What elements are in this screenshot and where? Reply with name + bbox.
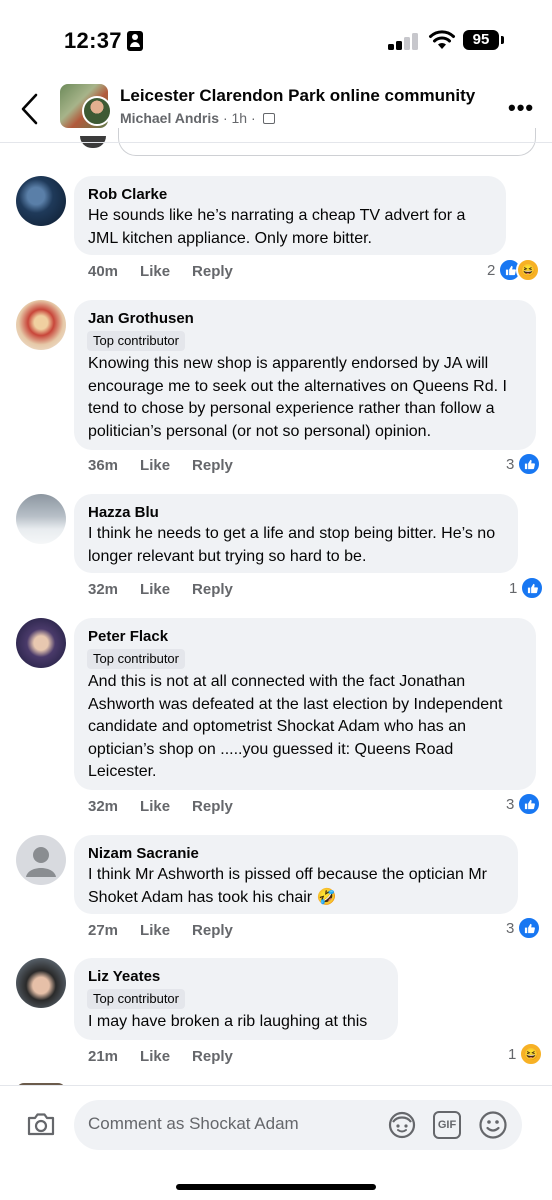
- comment-time: 32m: [88, 581, 119, 598]
- like-button[interactable]: Like: [140, 798, 170, 815]
- gif-icon[interactable]: GIF: [433, 1111, 461, 1139]
- more-options-icon[interactable]: •••: [508, 97, 534, 119]
- reaction-count: 3: [506, 919, 515, 937]
- reply-button[interactable]: Reply: [192, 798, 233, 815]
- avatar-sticker-icon[interactable]: [387, 1110, 417, 1140]
- comment-text: Knowing this new shop is apparently endo…: [88, 355, 507, 440]
- comment-text: I may have broken a rib laughing at this: [88, 1013, 368, 1030]
- reaction-summary[interactable]: 3: [506, 452, 542, 476]
- comment-bubble: Rob Clarke He sounds like he’s narrating…: [74, 176, 506, 255]
- header-divider: [0, 142, 552, 143]
- commenter-name[interactable]: Nizam Sacranie: [88, 844, 504, 864]
- reaction-count: 2: [487, 261, 496, 279]
- reaction-count: 3: [506, 795, 515, 813]
- post-subline: Michael Andris · 1h ·: [120, 110, 275, 126]
- comment-bubble: Peter Flack Top contributor And this is …: [74, 618, 536, 790]
- commenter-avatar[interactable]: [16, 618, 66, 668]
- like-button[interactable]: Like: [140, 1048, 170, 1065]
- comment-actions: 32m Like Reply: [88, 581, 255, 598]
- post-age: 1h: [231, 110, 248, 126]
- comment-text: And this is not at all connected with th…: [88, 673, 503, 780]
- comment-time: 21m: [88, 1048, 119, 1065]
- top-contributor-badge: Top contributor: [87, 989, 185, 1009]
- author-avatar[interactable]: [82, 96, 112, 126]
- commenter-name[interactable]: Rob Clarke: [88, 185, 492, 205]
- reaction-summary[interactable]: 2 😆: [487, 258, 541, 282]
- reply-button[interactable]: Reply: [192, 263, 233, 280]
- comment-bubble: Nizam Sacranie I think Mr Ashworth is pi…: [74, 835, 518, 914]
- top-contributor-badge: Top contributor: [87, 331, 185, 351]
- comment-actions: 36m Like Reply: [88, 457, 255, 474]
- reaction-summary[interactable]: 3: [506, 792, 542, 816]
- reaction-summary[interactable]: 1 😆: [508, 1042, 544, 1066]
- emoji-icon[interactable]: [478, 1110, 508, 1140]
- like-button[interactable]: Like: [140, 457, 170, 474]
- focus-person-icon: [127, 31, 143, 51]
- reply-button[interactable]: Reply: [192, 1048, 233, 1065]
- default-person-icon: [26, 847, 56, 877]
- reaction-count: 3: [506, 455, 515, 473]
- like-button[interactable]: Like: [140, 263, 170, 280]
- commenter-name[interactable]: Jan Grothusen: [88, 309, 522, 329]
- comment-time: 40m: [88, 263, 119, 280]
- comment-bubble: Jan Grothusen Top contributor Knowing th…: [74, 300, 536, 450]
- like-icon: [520, 576, 545, 600]
- comment-bubble: Hazza Blu I think he needs to get a life…: [74, 494, 518, 573]
- composer-divider: [0, 1085, 552, 1086]
- comment-actions: 40m Like Reply: [88, 263, 255, 280]
- wifi-icon: [429, 30, 455, 49]
- comment-actions: 32m Like Reply: [88, 798, 255, 815]
- comment-time: 32m: [88, 798, 119, 815]
- reaction-count: 1: [509, 579, 518, 597]
- like-button[interactable]: Like: [140, 581, 170, 598]
- reaction-summary[interactable]: 1: [509, 576, 545, 600]
- group-name[interactable]: Leicester Clarendon Park online communit…: [120, 86, 475, 106]
- status-bar: 12:37 95: [0, 0, 552, 80]
- comment-time: 36m: [88, 457, 119, 474]
- comment-text: He sounds like he’s narrating a cheap TV…: [88, 207, 466, 247]
- reply-button[interactable]: Reply: [192, 457, 233, 474]
- haha-icon: 😆: [519, 1042, 544, 1066]
- commenter-avatar[interactable]: [16, 300, 66, 350]
- reaction-summary[interactable]: 3: [506, 916, 542, 940]
- like-icon: [517, 452, 542, 476]
- commenter-name[interactable]: Hazza Blu: [88, 503, 504, 523]
- separator-dot: ·: [219, 110, 232, 126]
- battery-tip: [501, 36, 504, 44]
- haha-icon: 😆: [516, 258, 541, 282]
- comment-actions: 27m Like Reply: [88, 922, 255, 939]
- comment-bubble: Liz Yeates Top contributor I may have br…: [74, 958, 398, 1040]
- top-contributor-badge: Top contributor: [87, 649, 185, 669]
- reaction-count: 1: [508, 1045, 517, 1063]
- commenter-avatar[interactable]: [16, 958, 66, 1008]
- like-icon: [517, 916, 542, 940]
- commenter-name[interactable]: Peter Flack: [88, 627, 522, 647]
- battery-indicator: 95: [463, 30, 499, 50]
- commenter-avatar[interactable]: [16, 176, 66, 226]
- clock-time: 12:37: [64, 28, 122, 53]
- comment-actions: 21m Like Reply: [88, 1048, 255, 1065]
- back-arrow-icon[interactable]: [18, 92, 42, 126]
- comment-time: 27m: [88, 922, 119, 939]
- separator-dot: ·: [247, 110, 260, 126]
- comment-text: I think he needs to get a life and stop …: [88, 525, 496, 565]
- comment-text: I think Mr Ashworth is pissed off becaus…: [88, 866, 488, 906]
- like-icon: [517, 792, 542, 816]
- cellular-signal-icon: [388, 32, 420, 50]
- camera-icon[interactable]: [26, 1110, 56, 1138]
- default-avatar[interactable]: [16, 835, 66, 885]
- reply-button[interactable]: Reply: [192, 922, 233, 939]
- commenter-name[interactable]: Liz Yeates: [88, 967, 384, 987]
- home-indicator: [176, 1184, 376, 1190]
- like-button[interactable]: Like: [140, 922, 170, 939]
- author-name[interactable]: Michael Andris: [120, 110, 219, 126]
- comment-input-placeholder[interactable]: Comment as Shockat Adam: [88, 1114, 299, 1134]
- reply-button[interactable]: Reply: [192, 581, 233, 598]
- commenter-avatar[interactable]: [16, 494, 66, 544]
- audience-group-icon: [262, 112, 275, 124]
